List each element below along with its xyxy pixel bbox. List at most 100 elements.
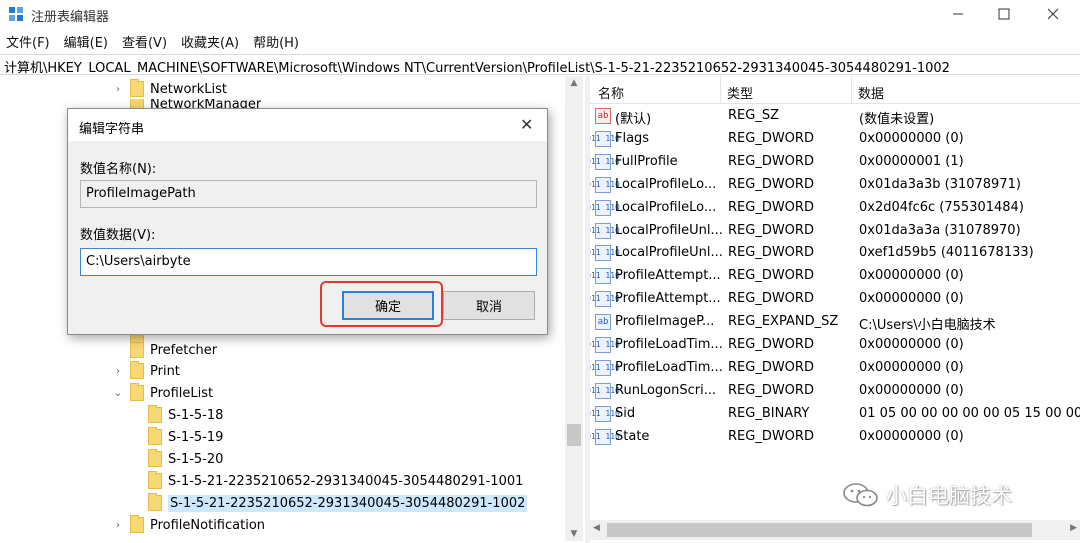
folder-icon — [148, 449, 162, 467]
list-row[interactable]: 011 110ProfileAttempt... REG_DWORD 0x00000… — [590, 265, 1080, 288]
tree-item-s-1-5-18[interactable]: S-1-5-18 — [130, 404, 223, 426]
cell-type: REG_DWORD — [728, 222, 814, 238]
list-row[interactable]: ab (默认) REG_SZ (数值未设置) — [590, 105, 1080, 128]
dialog-title: 编辑字符串 — [79, 122, 145, 137]
watermark: 小白电脑技术 — [842, 480, 1012, 510]
column-divider[interactable] — [851, 76, 852, 104]
tree-item-networklist[interactable]: › NetworkList — [112, 78, 227, 100]
cell-data: (数值未设置) — [859, 112, 935, 127]
cell-type: REG_DWORD — [728, 291, 814, 307]
tree-item-profilenotification[interactable]: › ProfileNotification — [112, 514, 265, 536]
binary-value-icon: 011 110 — [590, 382, 620, 399]
tree-item-s-1-5-20[interactable]: S-1-5-20 — [130, 448, 223, 470]
menu-favorites[interactable]: 收藏夹(A) — [174, 29, 246, 51]
list-row[interactable]: 011 110LocalProfileUnl... REG_DWORD 0xef1d… — [590, 242, 1080, 265]
cell-name: ProfileAttempt... — [615, 291, 721, 307]
list-row[interactable]: 011 110LocalProfileUnl... REG_DWORD 0x01da… — [590, 220, 1080, 243]
list-header: 名称 类型 数据 — [590, 76, 1080, 104]
binary-value-icon: 011 110 — [590, 428, 620, 445]
cell-name: LocalProfileLo... — [615, 176, 717, 192]
folder-icon — [130, 383, 144, 401]
tree-item-s-1-5-21-1001[interactable]: S-1-5-21-2235210652-2931340045-305448029… — [130, 470, 523, 492]
menu-view[interactable]: 查看(V) — [115, 29, 174, 51]
cell-data: 0x00000000 (0) — [859, 359, 964, 375]
list-row[interactable]: 011 110LocalProfileLo... REG_DWORD 0x01da3… — [590, 174, 1080, 197]
binary-value-icon: 011 110 — [590, 405, 620, 422]
scroll-down-icon[interactable]: ▼ — [565, 529, 583, 539]
cell-type: REG_DWORD — [728, 359, 814, 375]
tree-item-prefetcher[interactable]: Prefetcher — [112, 339, 217, 361]
value-name-label: 数值名称(N): — [80, 162, 157, 177]
cell-data: 01 05 00 00 00 00 00 05 15 00 00 00 — [859, 405, 1080, 421]
list-row[interactable]: 011 110ProfileLoadTim... REG_DWORD 0x00000… — [590, 334, 1080, 357]
tree-vertical-scrollbar[interactable]: ▲ ▼ — [565, 76, 583, 541]
close-icon — [1047, 8, 1059, 20]
scroll-up-icon[interactable]: ▲ — [565, 78, 583, 88]
dialog-title-bar: 编辑字符串 ✕ — [68, 109, 547, 141]
cell-type: REG_BINARY — [728, 405, 810, 421]
minimize-icon — [953, 13, 963, 15]
list-row[interactable]: 011 110ProfileLoadTim... REG_DWORD 0x00000… — [590, 357, 1080, 380]
ok-button[interactable]: 确定 — [342, 291, 434, 320]
cell-data: 0x00000000 (0) — [859, 268, 964, 284]
binary-value-icon: 011 110 — [590, 222, 620, 239]
menu-edit[interactable]: 编辑(E) — [57, 29, 115, 51]
cell-data: C:\Users\小白电脑技术 — [859, 318, 996, 334]
list-row[interactable]: ab ProfileImageP... REG_EXPAND_SZ C:\Users\… — [590, 311, 1080, 334]
folder-icon — [130, 340, 144, 358]
chevron-down-icon[interactable]: ⌄ — [112, 388, 124, 399]
cell-type: REG_DWORD — [728, 199, 814, 215]
list-row[interactable]: 011 110LocalProfileLo... REG_DWORD 0x2d04f… — [590, 197, 1080, 220]
tree-item-profilelist[interactable]: ⌄ ProfileList — [112, 382, 213, 404]
list-row[interactable]: 011 110Flags REG_DWORD 0x00000000 (0) — [590, 128, 1080, 151]
list-row[interactable]: 011 110Sid REG_BINARY 01 05 00 00 00 00 00… — [590, 403, 1080, 426]
maximize-button[interactable] — [981, 0, 1027, 28]
list-row[interactable]: 011 110State REG_DWORD 0x00000000 (0) — [590, 426, 1080, 449]
column-type-header[interactable]: 类型 — [727, 83, 753, 102]
title-bar: 注册表编辑器 — [0, 0, 1080, 28]
cell-type: REG_DWORD — [728, 428, 814, 444]
minimize-button[interactable] — [935, 0, 981, 28]
tree-item-print[interactable]: › Print — [112, 360, 180, 382]
cell-data: 0x01da3a3b (31078971) — [859, 176, 1021, 192]
address-bar[interactable]: 计算机\HKEY_LOCAL_MACHINE\SOFTWARE\Microsof… — [0, 54, 1080, 75]
menu-file[interactable]: 文件(F) — [0, 29, 57, 51]
binary-value-icon: 011 110 — [590, 245, 620, 262]
column-divider[interactable] — [720, 76, 721, 104]
folder-icon — [148, 471, 162, 489]
dialog-close-icon[interactable]: ✕ — [520, 115, 533, 134]
tree-item-s-1-5-21-1002[interactable]: S-1-5-21-2235210652-2931340045-305448029… — [130, 492, 528, 514]
list-row[interactable]: 011 110RunLogonScri... REG_DWORD 0x0000000… — [590, 380, 1080, 403]
chevron-right-icon[interactable]: › — [112, 520, 124, 531]
cell-type: REG_DWORD — [728, 382, 814, 398]
folder-icon — [148, 427, 162, 445]
list-row[interactable]: 011 110ProfileAttempt... REG_DWORD 0x00000… — [590, 288, 1080, 311]
binary-value-icon: 011 110 — [590, 268, 620, 285]
cell-name: ProfileLoadTim... — [615, 337, 723, 352]
chevron-right-icon[interactable]: › — [112, 84, 124, 95]
cell-name: Flags — [615, 130, 650, 146]
scroll-thumb[interactable] — [567, 424, 581, 446]
list-horizontal-scrollbar[interactable]: ◀ ▶ — [590, 520, 1080, 540]
list-row[interactable]: 011 110FullProfile REG_DWORD 0x00000001 (1… — [590, 151, 1080, 174]
folder-icon — [130, 515, 144, 533]
menu-help[interactable]: 帮助(H) — [246, 29, 306, 51]
scroll-left-icon[interactable]: ◀ — [593, 523, 600, 533]
column-name-header[interactable]: 名称 — [598, 83, 624, 102]
window-title: 注册表编辑器 — [31, 10, 110, 25]
scroll-right-icon[interactable]: ▶ — [1070, 523, 1077, 533]
value-data-input[interactable]: C:\Users\airbyte — [80, 248, 537, 276]
cell-name: ProfileAttempt... — [615, 268, 721, 284]
cancel-button[interactable]: 取消 — [443, 291, 535, 320]
cell-name: (默认) — [615, 112, 652, 127]
chevron-right-icon[interactable]: › — [112, 366, 124, 377]
regedit-app-icon — [9, 7, 23, 21]
binary-value-icon: 011 110 — [590, 176, 620, 193]
binary-value-icon: 011 110 — [590, 291, 620, 308]
wechat-icon — [843, 483, 878, 507]
tree-item-s-1-5-19[interactable]: S-1-5-19 — [130, 426, 223, 448]
scroll-thumb[interactable] — [607, 523, 1032, 537]
column-data-header[interactable]: 数据 — [858, 83, 884, 102]
close-button[interactable] — [1030, 0, 1076, 28]
cell-type: REG_DWORD — [728, 153, 814, 169]
